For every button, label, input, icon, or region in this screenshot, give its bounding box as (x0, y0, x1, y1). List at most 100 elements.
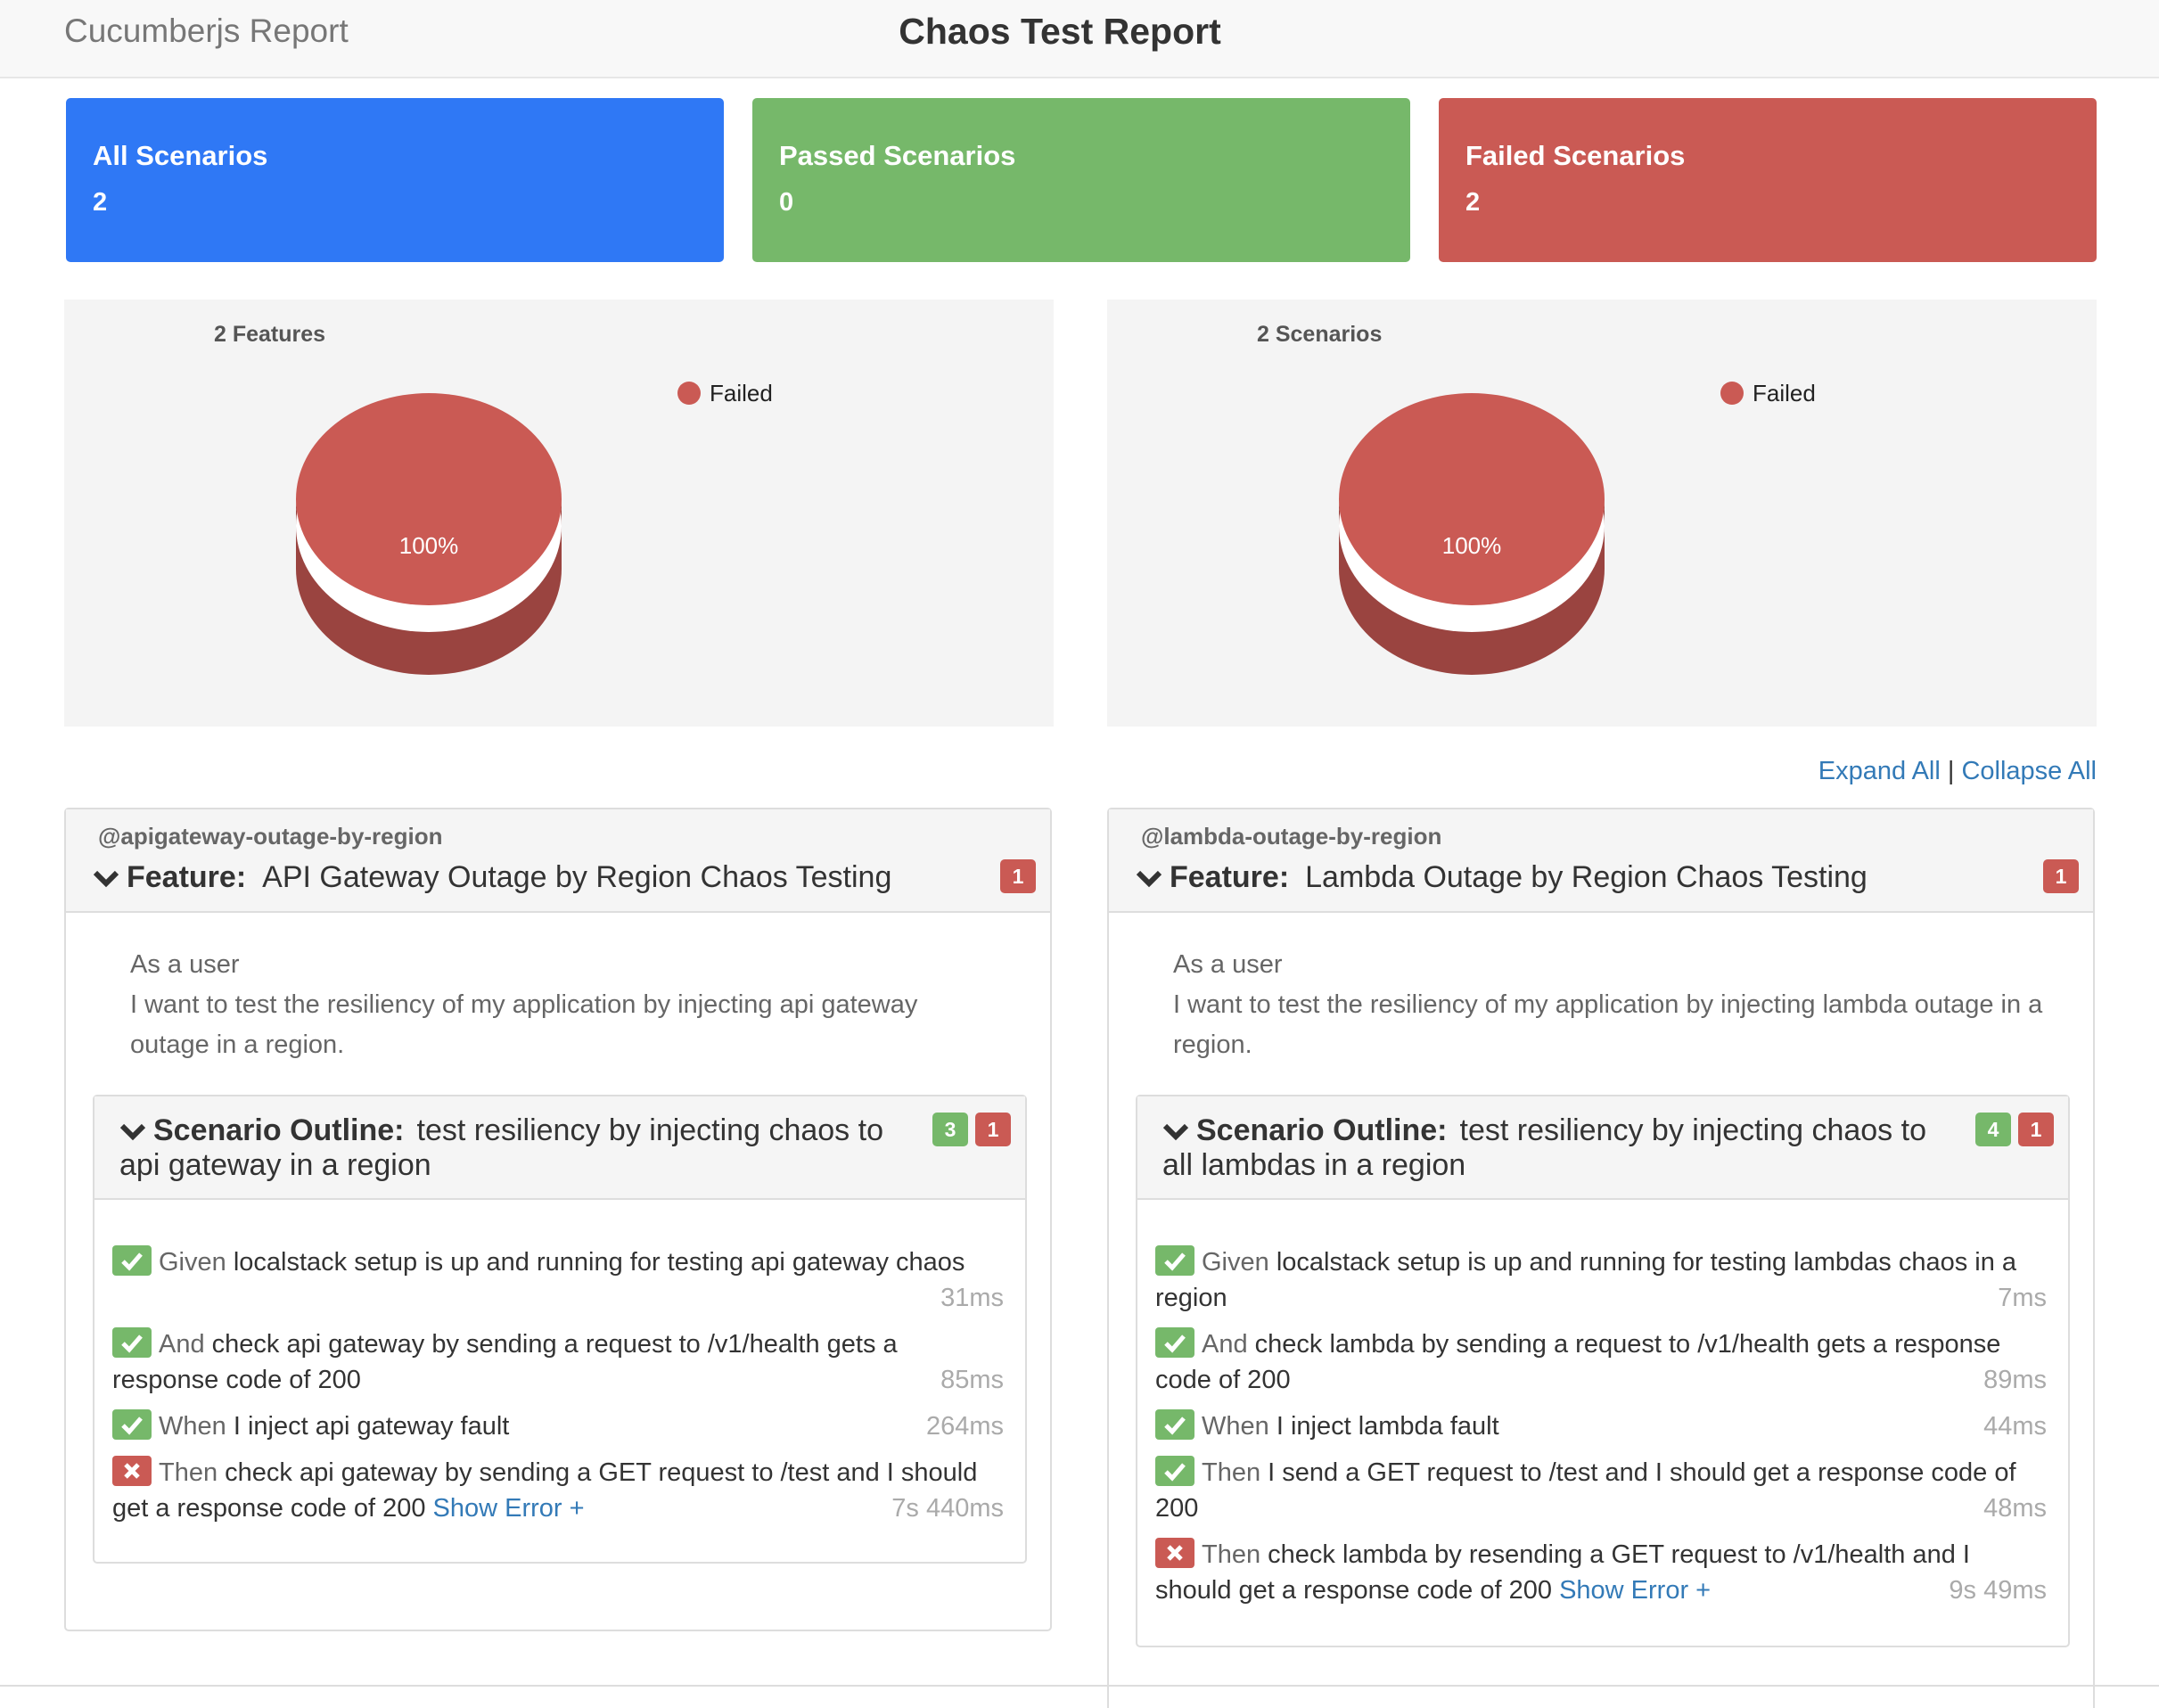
feature-name: Lambda Outage by Region Chaos Testing (1305, 860, 1868, 894)
chevron-down-icon (93, 859, 119, 899)
collapse-all-link[interactable]: Collapse All (1961, 757, 2097, 785)
description-line: As a user (130, 950, 240, 979)
description-line: I want to test the resiliency of my appl… (130, 990, 918, 1059)
tile-value: 2 (1465, 188, 1481, 217)
step-text: check api gateway by sending a request t… (112, 1330, 898, 1394)
expand-all-link[interactable]: Expand All (1818, 757, 1941, 785)
step-duration: 48ms (1983, 1494, 2047, 1523)
passed-scenarios-tile: Passed Scenarios 0 (752, 98, 1410, 262)
navbar: Cucumberjs Report Chaos Test Report (0, 0, 2159, 78)
pie-data-label: 100% (1442, 532, 1502, 559)
scenario-badges: 41 (1968, 1113, 2054, 1146)
feature-tag: @apigateway-outage-by-region (98, 823, 443, 850)
scenario-keyword: Scenario Outline: (153, 1113, 405, 1147)
legend-marker (1720, 382, 1744, 405)
step-duration: 264ms (925, 1412, 1004, 1441)
feature-title-toggle[interactable]: Feature: Lambda Outage by Region Chaos Te… (1136, 858, 1868, 899)
pie-slice (296, 393, 562, 605)
scenario-panel: Scenario Outline: test resiliency by inje… (1136, 1095, 2070, 1647)
step-duration: 9s 49ms (1949, 1576, 2047, 1605)
pie-data-label: 100% (399, 532, 459, 559)
failed-count-badge: 1 (1000, 859, 1036, 893)
feature-description: As a user I want to test the resiliency … (1173, 945, 2047, 1065)
feature-keyword: Feature: (127, 860, 247, 894)
description-line: As a user (1173, 950, 1283, 979)
x-icon (112, 1456, 152, 1487)
step-keyword: And (1202, 1330, 1248, 1359)
links-separator: | (1947, 757, 1955, 785)
feature-name: API Gateway Outage by Region Chaos Testi… (262, 860, 892, 894)
feature-description: As a user I want to test the resiliency … (130, 945, 1004, 1065)
step-duration: 31ms (940, 1284, 1004, 1312)
step-duration: 89ms (1983, 1366, 2047, 1394)
step-keyword: And (159, 1330, 205, 1359)
legend-marker (677, 382, 701, 405)
step-row: When I inject api gateway fault 264ms (112, 1408, 1004, 1455)
check-icon (112, 1409, 152, 1441)
step-row: And check lambda by sending a request to… (1155, 1326, 2047, 1408)
step-row: When I inject lambda fault 44ms (1155, 1408, 2047, 1455)
scenario-keyword: Scenario Outline: (1196, 1113, 1448, 1147)
step-duration: 85ms (940, 1366, 1004, 1394)
step-text: check lambda by sending a request to /v1… (1155, 1330, 2001, 1394)
scenario-header: Scenario Outline: test resiliency by inje… (94, 1096, 1025, 1200)
step-text: localstack setup is up and running for t… (233, 1248, 965, 1277)
failed-count-badge: 1 (975, 1113, 1011, 1146)
failed-count-badge: 1 (2043, 859, 2079, 893)
tile-label: Passed Scenarios (779, 140, 1016, 171)
step-keyword: When (159, 1412, 226, 1441)
feature-keyword: Feature: (1170, 860, 1290, 894)
step-keyword: Given (1202, 1248, 1269, 1277)
feature-header: @apigateway-outage-by-region Feature: API… (66, 809, 1050, 913)
tile-value: 2 (93, 188, 108, 217)
features-pie-chart: 2 Features Failed 100% (214, 322, 773, 675)
step-list: Given localstack setup is up and running… (1155, 1244, 2047, 1619)
failed-scenarios-tile: Failed Scenarios 2 (1439, 98, 2097, 262)
step-keyword: When (1202, 1412, 1269, 1441)
scenario-title-toggle[interactable]: Scenario Outline: test resiliency by inje… (119, 1114, 904, 1182)
scenario-panel: Scenario Outline: test resiliency by inje… (93, 1095, 1027, 1564)
feature-panel: @apigateway-outage-by-region Feature: API… (64, 808, 1052, 1631)
show-error-link[interactable]: Show Error + (433, 1494, 585, 1523)
tile-label: Failed Scenarios (1465, 140, 1686, 171)
step-keyword: Then (159, 1458, 218, 1487)
features-chart-panel: 2 Features Failed 100% (64, 300, 1054, 727)
feature-panel: @lambda-outage-by-region Feature: Lambda … (1107, 808, 2095, 1708)
step-list: Given localstack setup is up and running… (112, 1244, 1004, 1537)
legend-label: Failed (1753, 380, 1816, 406)
x-icon (1155, 1538, 1194, 1569)
check-icon (112, 1245, 152, 1277)
step-duration: 7s 440ms (891, 1494, 1004, 1523)
failed-count-badge: 1 (2018, 1113, 2054, 1146)
step-text: I send a GET request to /test and I shou… (1155, 1458, 2016, 1523)
scenarios-pie-chart: 2 Scenarios Failed 100% (1257, 322, 1816, 675)
chart-title: 2 Scenarios (1257, 322, 1382, 347)
step-text: I inject lambda fault (1276, 1412, 1499, 1441)
step-row: Then check lambda by resending a GET req… (1155, 1537, 2047, 1619)
step-keyword: Then (1202, 1458, 1261, 1487)
step-text: I inject api gateway fault (233, 1412, 510, 1441)
check-icon (112, 1327, 152, 1359)
step-row: And check api gateway by sending a reque… (112, 1326, 1004, 1408)
step-duration: 7ms (1998, 1284, 2047, 1312)
pie-slice (1339, 393, 1605, 605)
step-keyword: Then (1202, 1540, 1261, 1569)
tile-label: All Scenarios (93, 140, 268, 171)
feature-title-toggle[interactable]: Feature: API Gateway Outage by Region Cha… (93, 858, 891, 899)
tile-value: 0 (779, 188, 794, 217)
step-duration: 44ms (1983, 1412, 2047, 1441)
step-row: Given localstack setup is up and running… (112, 1244, 1004, 1326)
show-error-link[interactable]: Show Error + (1559, 1576, 1711, 1605)
step-text: localstack setup is up and running for t… (1155, 1248, 2017, 1312)
step-row: Given localstack setup is up and running… (1155, 1244, 2047, 1326)
passed-count-badge: 4 (1975, 1113, 2011, 1146)
passed-count-badge: 3 (932, 1113, 968, 1146)
chart-title: 2 Features (214, 322, 325, 347)
step-keyword: Given (159, 1248, 226, 1277)
feature-header: @lambda-outage-by-region Feature: Lambda … (1109, 809, 2093, 913)
step-row: Then check api gateway by sending a GET … (112, 1455, 1004, 1537)
check-icon (1155, 1456, 1194, 1487)
scenario-title-toggle[interactable]: Scenario Outline: test resiliency by inje… (1162, 1114, 1947, 1182)
scenarios-chart-panel: 2 Scenarios Failed 100% (1107, 300, 2097, 727)
check-icon (1155, 1409, 1194, 1441)
